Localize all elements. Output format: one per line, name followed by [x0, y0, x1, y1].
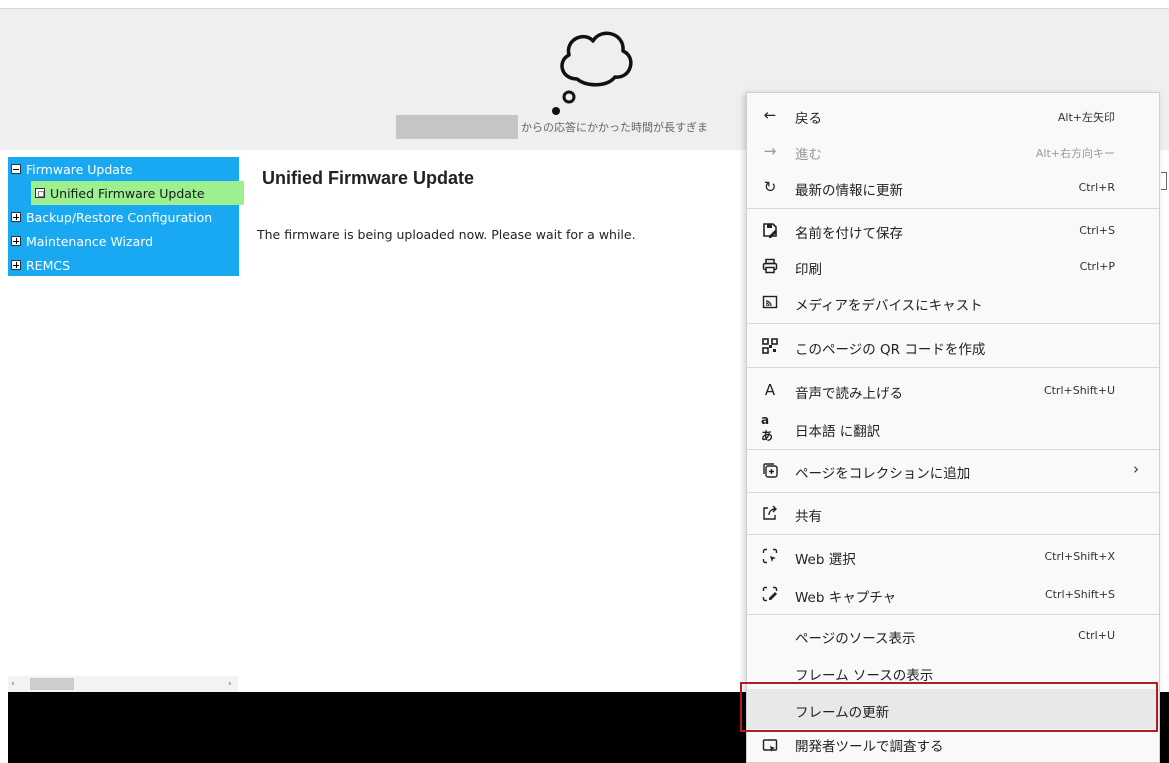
web-select-icon — [761, 547, 779, 565]
menu-item-print[interactable]: 印刷 Ctrl+P — [747, 248, 1159, 284]
menu-item-shortcut: Ctrl+S — [1079, 224, 1115, 237]
menu-item-label: 印刷 — [795, 262, 822, 278]
menu-item-cast[interactable]: メディアをデバイスにキャスト — [747, 284, 1159, 320]
menu-item-view-frame-source[interactable]: フレーム ソースの表示 — [747, 654, 1159, 690]
menu-item-label: 共有 — [795, 509, 822, 525]
menu-item-web-select[interactable]: Web 選択 Ctrl+Shift+X — [747, 538, 1159, 574]
collections-icon — [761, 461, 779, 479]
tree-item-firmware-update[interactable]: Firmware Update — [11, 157, 133, 181]
collapse-icon[interactable] — [11, 164, 21, 174]
context-menu: ← 戻る Alt+左矢印 → 進む Alt+右方向キー ↻ 最新の情報に更新 C… — [746, 92, 1160, 763]
submenu-chevron-icon: › — [1133, 460, 1139, 478]
menu-separator — [747, 492, 1159, 493]
menu-separator — [747, 208, 1159, 209]
menu-item-shortcut: Alt+左矢印 — [1057, 111, 1115, 124]
web-capture-icon — [761, 585, 779, 603]
expand-icon[interactable] — [11, 212, 21, 222]
menu-item-label: 開発者ツールで調査する — [795, 739, 944, 755]
page-title: Unified Firmware Update — [262, 168, 475, 188]
menu-item-shortcut: Ctrl+P — [1079, 260, 1115, 273]
menu-item-shortcut: Ctrl+U — [1078, 629, 1115, 642]
menu-item-translate[interactable]: aあ 日本語 に翻訳 — [747, 410, 1159, 446]
menu-item-label: 進む — [795, 147, 822, 163]
menu-item-label: フレーム ソースの表示 — [795, 668, 934, 684]
tree-item-unified-firmware-update[interactable]: Unified Firmware Update — [31, 181, 244, 205]
menu-item-shortcut: Ctrl+R — [1078, 181, 1115, 194]
menu-item-label: 名前を付けて保存 — [795, 226, 903, 242]
scrollbar-thumb[interactable] — [30, 678, 74, 690]
upload-status-message: The firmware is being uploaded now. Plea… — [257, 227, 636, 242]
menu-item-read-aloud[interactable]: A 音声で読み上げる Ctrl+Shift+U — [747, 372, 1159, 408]
menu-item-save-as[interactable]: 名前を付けて保存 Ctrl+S — [747, 212, 1159, 248]
menu-item-label: ページをコレクションに追加 — [795, 466, 971, 482]
qr-code-icon — [761, 337, 779, 355]
menu-item-inspect[interactable]: 開発者ツールで調査する — [747, 729, 1159, 763]
menu-separator — [747, 449, 1159, 450]
refresh-icon: ↻ — [763, 178, 777, 196]
devtools-icon — [761, 737, 779, 755]
menu-item-label: 最新の情報に更新 — [795, 183, 903, 199]
menu-item-label: Web 選択 — [795, 552, 856, 568]
tree-item-label: Maintenance Wizard — [26, 233, 154, 249]
tree-item-maintenance-wizard[interactable]: Maintenance Wizard — [11, 229, 153, 253]
menu-item-shortcut: Alt+右方向キー — [1035, 147, 1115, 160]
share-icon — [761, 504, 779, 522]
menu-item-add-to-collection[interactable]: ページをコレクションに追加 › — [747, 452, 1159, 488]
scroll-right-icon[interactable]: › — [228, 679, 232, 689]
menu-item-label: 日本語 に翻訳 — [795, 424, 881, 440]
tree-item-label: Unified Firmware Update — [50, 185, 205, 201]
tree-item-backup-restore[interactable]: Backup/Restore Configuration — [11, 205, 212, 229]
tree-item-label: Firmware Update — [26, 161, 133, 177]
menu-item-web-capture[interactable]: Web キャプチャ Ctrl+Shift+S — [747, 576, 1159, 612]
menu-item-label: ページのソース表示 — [795, 631, 916, 647]
tree-item-label: Backup/Restore Configuration — [26, 209, 213, 225]
menu-separator — [747, 614, 1159, 615]
cast-icon — [761, 293, 779, 311]
expand-icon[interactable] — [11, 260, 21, 270]
redacted-hostname — [396, 115, 518, 139]
menu-item-view-source[interactable]: ページのソース表示 Ctrl+U — [747, 617, 1159, 653]
read-aloud-icon: A — [764, 381, 776, 399]
navigation-tree: Firmware Update Unified Firmware Update … — [8, 157, 244, 277]
menu-item-refresh[interactable]: ↻ 最新の情報に更新 Ctrl+R — [747, 169, 1159, 205]
translate-icon: aあ — [761, 412, 774, 443]
forward-arrow-icon: → — [763, 142, 777, 160]
menu-separator — [747, 323, 1159, 324]
scroll-left-icon[interactable]: ‹ — [11, 679, 15, 689]
menu-item-qr-code[interactable]: このページの QR コードを作成 — [747, 328, 1159, 364]
back-arrow-icon: ← — [763, 106, 777, 124]
menu-separator — [747, 534, 1159, 535]
menu-item-share[interactable]: 共有 — [747, 495, 1159, 531]
menu-item-shortcut: Ctrl+Shift+S — [1045, 588, 1115, 601]
tree-item-remcs[interactable]: REMCS — [11, 253, 70, 277]
menu-item-label: メディアをデバイスにキャスト — [795, 298, 983, 314]
horizontal-scrollbar[interactable]: ‹ › — [8, 676, 238, 692]
menu-item-label: 戻る — [795, 111, 822, 127]
menu-item-label: フレームの更新 — [795, 705, 890, 721]
expand-icon[interactable] — [11, 236, 21, 246]
timeout-message: からの応答にかかった時間が長すぎま — [521, 121, 708, 134]
menu-item-forward: → 進む Alt+右方向キー — [747, 133, 1159, 169]
print-icon — [761, 257, 779, 275]
partial-control — [1161, 172, 1167, 190]
menu-item-shortcut: Ctrl+Shift+U — [1043, 384, 1115, 397]
menu-item-label: 音声で読み上げる — [795, 386, 903, 402]
menu-item-label: このページの QR コードを作成 — [795, 342, 986, 358]
menu-separator — [747, 367, 1159, 368]
menu-item-shortcut: Ctrl+Shift+X — [1044, 550, 1115, 563]
tree-item-label: REMCS — [26, 257, 71, 273]
save-as-icon — [761, 221, 779, 239]
menu-item-reload-frame[interactable]: フレームの更新 — [747, 689, 1159, 729]
menu-item-label: Web キャプチャ — [795, 590, 897, 606]
thought-cloud-icon — [552, 31, 633, 115]
menu-item-back[interactable]: ← 戻る Alt+左矢印 — [747, 97, 1159, 133]
page-icon — [35, 188, 45, 198]
